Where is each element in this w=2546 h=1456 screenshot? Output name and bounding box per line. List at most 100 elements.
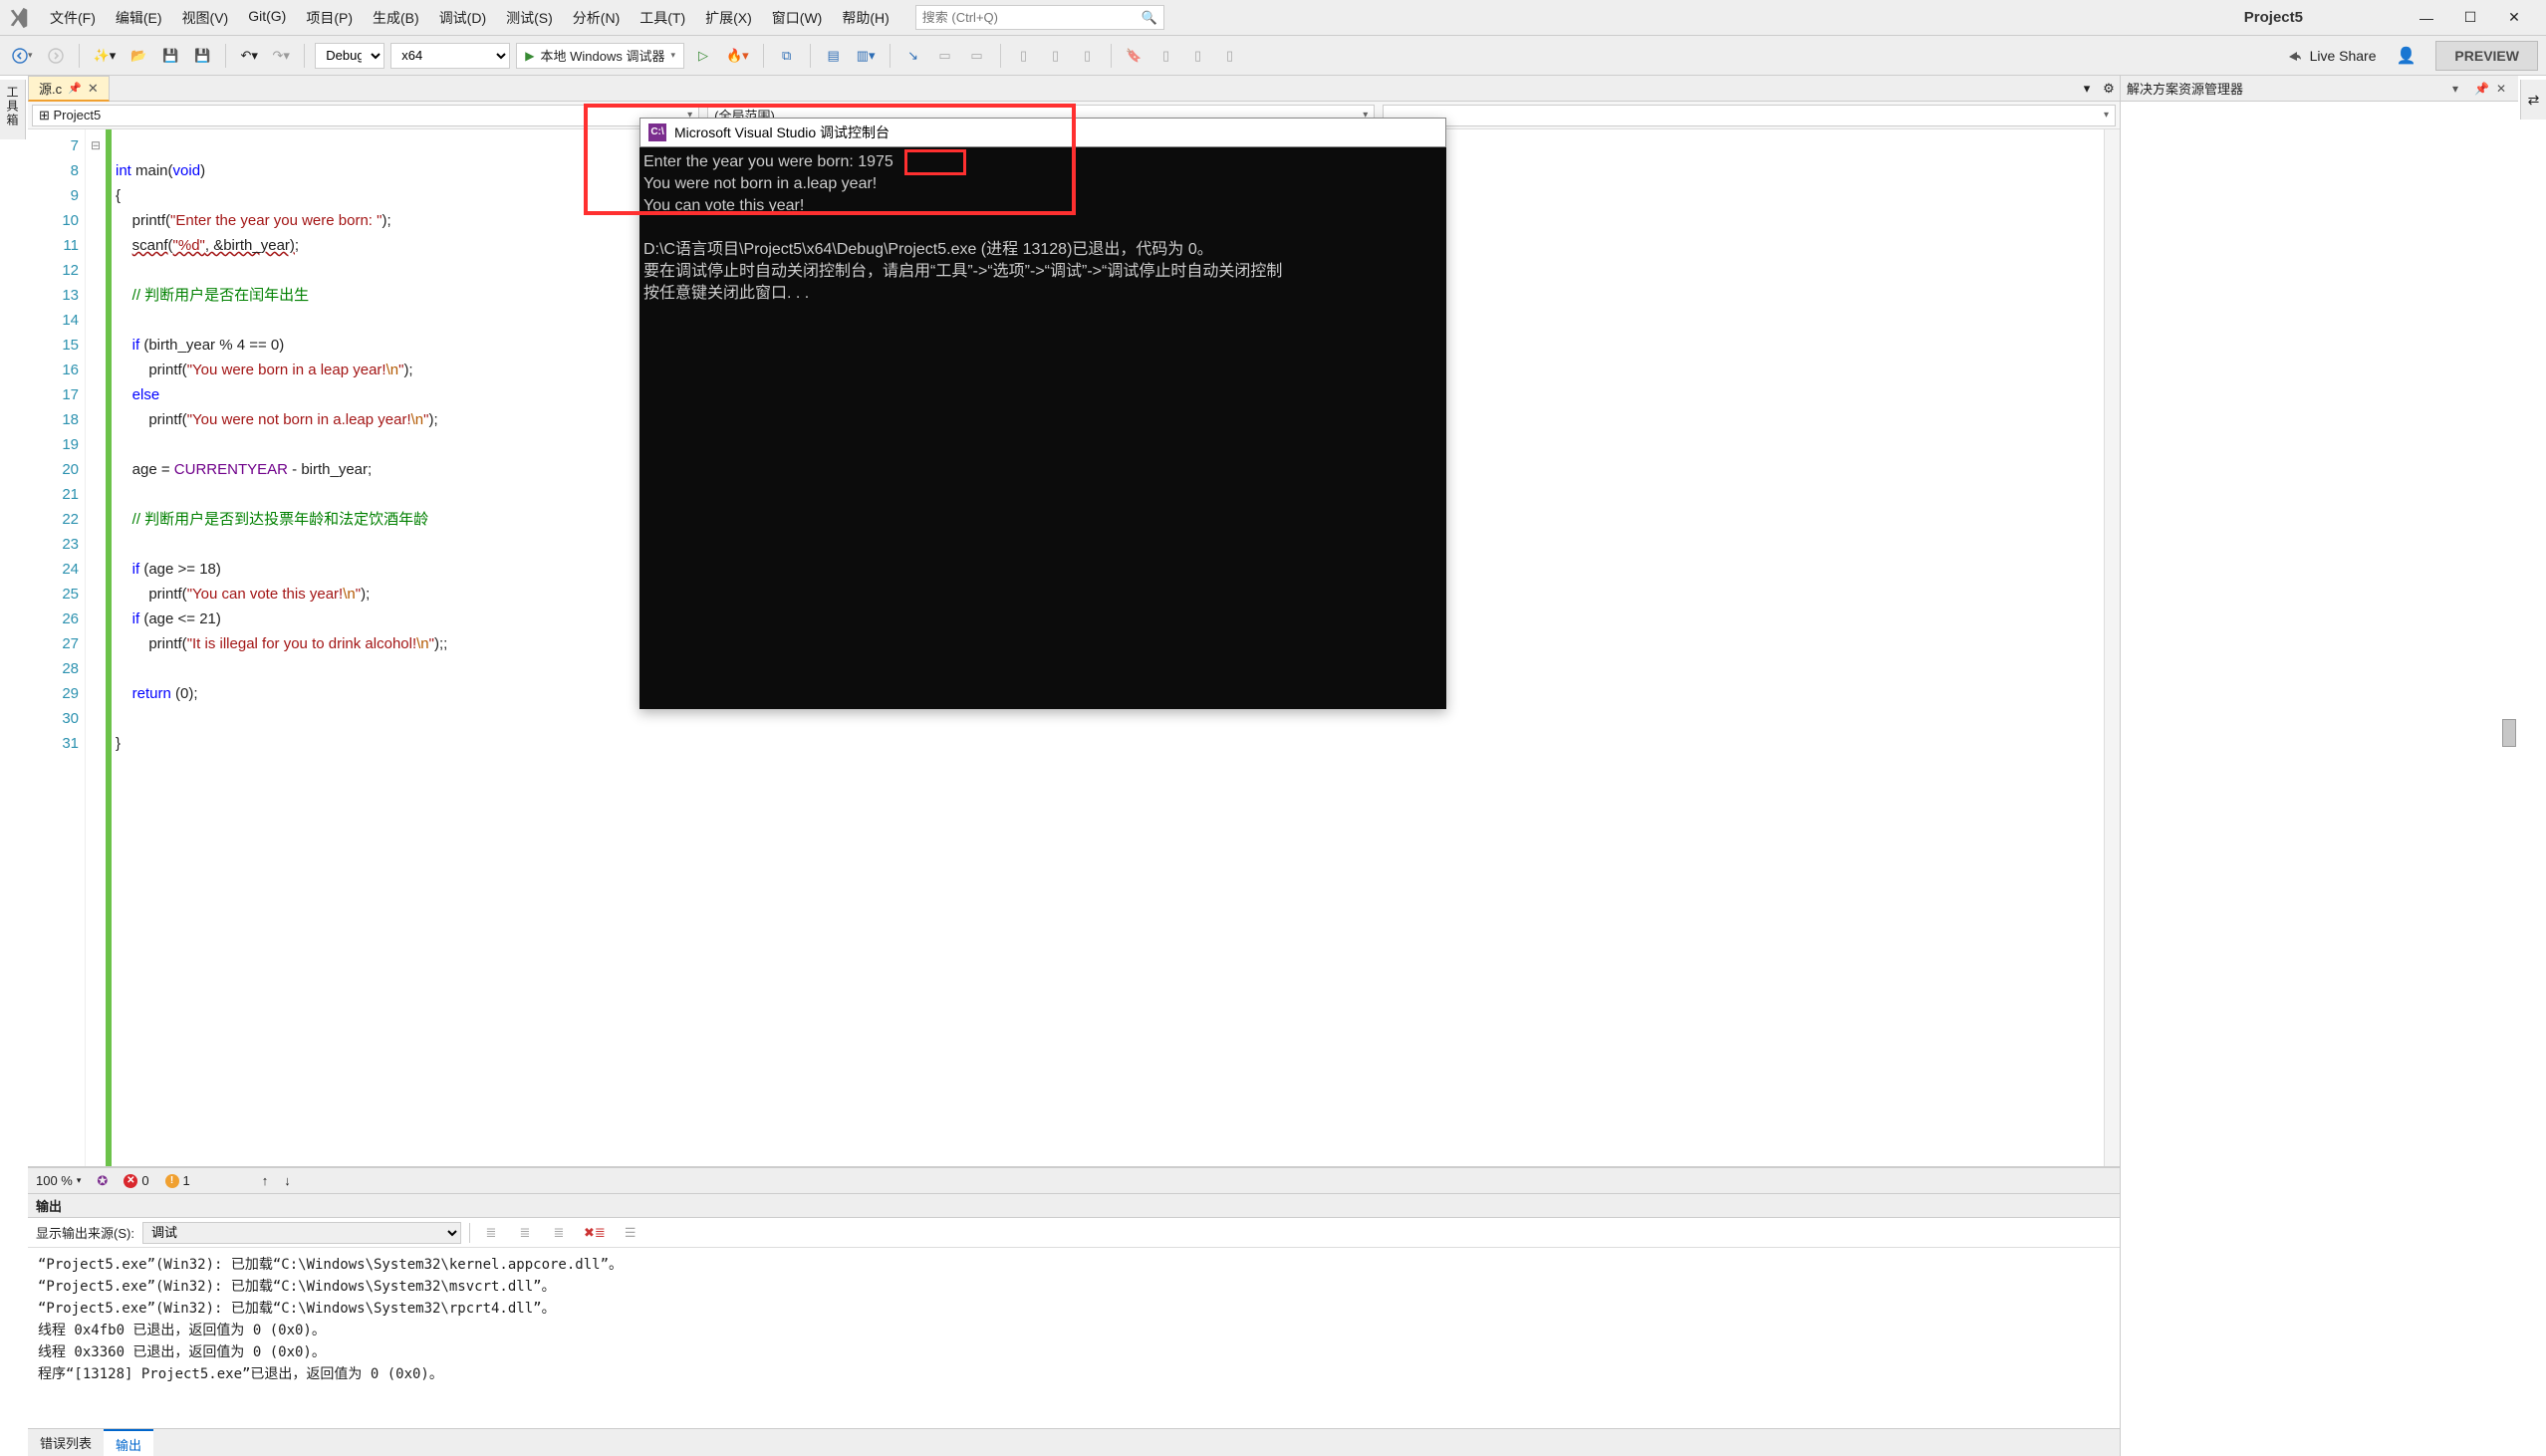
play-icon: ▶ xyxy=(525,49,534,63)
search-icon: 🔍 xyxy=(1142,10,1157,26)
fold-column[interactable]: ⊟ xyxy=(86,129,106,1166)
account-button[interactable]: 👤 xyxy=(2393,43,2420,69)
start-debug-button[interactable]: ▶ 本地 Windows 调试器 ▾ xyxy=(516,43,684,69)
health-icon[interactable]: ✪ xyxy=(97,1173,108,1189)
menu-item[interactable]: 项目(P) xyxy=(296,4,363,32)
nav-fwd-button[interactable] xyxy=(43,43,69,69)
menu-item[interactable]: 调试(D) xyxy=(429,4,496,32)
solution-explorer-title: 解决方案资源管理器 xyxy=(2127,79,2243,98)
doc-tab-label: 源.c xyxy=(39,79,62,98)
menu-item[interactable]: 编辑(E) xyxy=(106,4,172,32)
tool-btn-11[interactable]: ▯ xyxy=(1153,43,1179,69)
nav-up-button[interactable]: ↑ xyxy=(262,1173,269,1188)
out-tool-3[interactable]: ≣ xyxy=(546,1220,572,1246)
tool-btn-8[interactable]: ▯ xyxy=(1043,43,1069,69)
tab-gear-icon[interactable]: ⚙ xyxy=(2098,76,2120,102)
output-toolbar: 显示输出来源(S): 调试 ≣ ≣ ≣ ✖≣ ☰ xyxy=(28,1218,2120,1248)
share-icon xyxy=(2286,48,2302,64)
panel-dropdown-icon[interactable]: ▾ xyxy=(2452,82,2468,96)
debug-console-window[interactable]: C:\ Microsoft Visual Studio 调试控制台 Enter … xyxy=(639,118,1446,709)
menu-item[interactable]: Git(G) xyxy=(238,4,296,32)
vs-logo-icon xyxy=(6,5,32,31)
nav-member-combo[interactable]: ▾ xyxy=(1383,105,2116,126)
menu-item[interactable]: 工具(T) xyxy=(630,4,695,32)
output-source-select[interactable]: 调试 xyxy=(142,1222,461,1244)
tab-dropdown[interactable]: ▾ xyxy=(2076,76,2098,102)
solution-name: Project5 xyxy=(2226,9,2383,26)
menu-item[interactable]: 生成(B) xyxy=(363,4,429,32)
new-item-button[interactable]: ✨▾ xyxy=(90,43,121,69)
toolbox-tab[interactable]: 工具箱 xyxy=(0,80,26,139)
menu-bar: 文件(F)编辑(E)视图(V)Git(G)项目(P)生成(B)调试(D)测试(S… xyxy=(0,0,2546,36)
redo-button[interactable]: ↷▾ xyxy=(268,43,294,69)
tool-btn-3[interactable]: ▥▾ xyxy=(853,43,880,69)
output-source-label: 显示输出来源(S): xyxy=(36,1223,134,1242)
output-text[interactable]: “Project5.exe”(Win32): 已加载“C:\Windows\Sy… xyxy=(28,1248,2120,1428)
preview-button[interactable]: PREVIEW xyxy=(2435,41,2538,71)
bottom-tabs: 错误列表 输出 xyxy=(28,1428,2120,1456)
search-input[interactable] xyxy=(922,10,1142,25)
nav-project-combo[interactable]: ⊞ Project5▾ xyxy=(32,105,699,126)
tool-btn-7[interactable]: ▯ xyxy=(1011,43,1037,69)
tab-output[interactable]: 输出 xyxy=(104,1429,153,1456)
tool-btn-1[interactable]: ⧉ xyxy=(774,43,800,69)
run-label: 本地 Windows 调试器 xyxy=(540,46,664,65)
save-button[interactable]: 💾 xyxy=(157,43,183,69)
line-number-gutter: 7891011121314151617181920212223242526272… xyxy=(28,129,86,1166)
save-all-button[interactable]: 💾 xyxy=(189,43,215,69)
tool-btn-4[interactable]: ↘ xyxy=(900,43,926,69)
platform-select[interactable]: x64 xyxy=(390,43,510,69)
out-clear-button[interactable]: ✖≣ xyxy=(580,1220,610,1246)
menu-item[interactable]: 测试(S) xyxy=(496,4,563,32)
tool-btn-12[interactable]: ▯ xyxy=(1185,43,1211,69)
menu-item[interactable]: 扩展(X) xyxy=(695,4,762,32)
tab-error-list[interactable]: 错误列表 xyxy=(28,1429,104,1456)
menu-item[interactable]: 窗口(W) xyxy=(762,4,833,32)
hot-reload-button[interactable]: 🔥▾ xyxy=(722,43,753,69)
solution-explorer: 解决方案资源管理器 ▾ 📌 ✕ xyxy=(2120,76,2518,1456)
start-without-debug-button[interactable]: ▷ xyxy=(690,43,716,69)
close-tab-icon[interactable]: ✕ xyxy=(88,81,99,97)
menu-item[interactable]: 视图(V) xyxy=(172,4,239,32)
open-button[interactable]: 📂 xyxy=(126,43,151,69)
window-maximize-button[interactable]: ☐ xyxy=(2448,4,2492,32)
tool-btn-5[interactable]: ▭ xyxy=(932,43,958,69)
config-select[interactable]: Debug xyxy=(315,43,384,69)
panel-pin-icon[interactable]: 📌 xyxy=(2474,82,2490,96)
warning-count[interactable]: !1 xyxy=(165,1173,190,1188)
live-share-button[interactable]: Live Share xyxy=(2276,48,2387,64)
console-icon: C:\ xyxy=(648,123,666,141)
tool-btn-13[interactable]: ▯ xyxy=(1217,43,1243,69)
error-count[interactable]: ✕0 xyxy=(124,1173,148,1188)
console-titlebar[interactable]: C:\ Microsoft Visual Studio 调试控制台 xyxy=(639,118,1446,147)
main-toolbar: ▾ ✨▾ 📂 💾 💾 ↶▾ ↷▾ Debug x64 ▶ 本地 Windows … xyxy=(0,36,2546,76)
console-title-text: Microsoft Visual Studio 调试控制台 xyxy=(674,121,890,143)
editor-status-bar: 100 % ▾ ✪ ✕0 !1 ↑ ↓ xyxy=(28,1167,2120,1193)
tool-btn-6[interactable]: ▭ xyxy=(964,43,990,69)
tool-btn-9[interactable]: ▯ xyxy=(1075,43,1101,69)
window-minimize-button[interactable]: — xyxy=(2405,4,2448,32)
document-tabs: 源.c 📌 ✕ ▾ ⚙ xyxy=(28,76,2120,102)
global-search[interactable]: 🔍 xyxy=(915,5,1164,30)
editor-scrollbar[interactable] xyxy=(2104,129,2120,1166)
nav-back-button[interactable]: ▾ xyxy=(8,43,37,69)
out-tool-5[interactable]: ☰ xyxy=(618,1220,643,1246)
menu-item[interactable]: 文件(F) xyxy=(40,4,106,32)
menu-item[interactable]: 分析(N) xyxy=(563,4,630,32)
tool-btn-10[interactable]: 🔖 xyxy=(1122,43,1147,69)
window-close-button[interactable]: ✕ xyxy=(2492,4,2536,32)
out-tool-2[interactable]: ≣ xyxy=(512,1220,538,1246)
pin-icon[interactable]: 📌 xyxy=(68,82,82,95)
solution-scrollbar[interactable] xyxy=(2502,719,2516,747)
panel-close-icon[interactable]: ✕ xyxy=(2496,82,2512,96)
menu-item[interactable]: 帮助(H) xyxy=(832,4,898,32)
undo-button[interactable]: ↶▾ xyxy=(236,43,262,69)
console-text: Enter the year you were born: 1975 You w… xyxy=(639,147,1446,309)
output-panel: 输出 显示输出来源(S): 调试 ≣ ≣ ≣ ✖≣ ☰ “Project5.ex… xyxy=(28,1193,2120,1428)
tool-btn-2[interactable]: ▤ xyxy=(821,43,847,69)
zoom-level[interactable]: 100 % ▾ xyxy=(36,1173,81,1188)
nav-down-button[interactable]: ↓ xyxy=(284,1173,291,1188)
out-tool-1[interactable]: ≣ xyxy=(478,1220,504,1246)
right-side-tab[interactable]: ⇄ xyxy=(2520,80,2546,120)
doc-tab-source-c[interactable]: 源.c 📌 ✕ xyxy=(28,76,110,102)
